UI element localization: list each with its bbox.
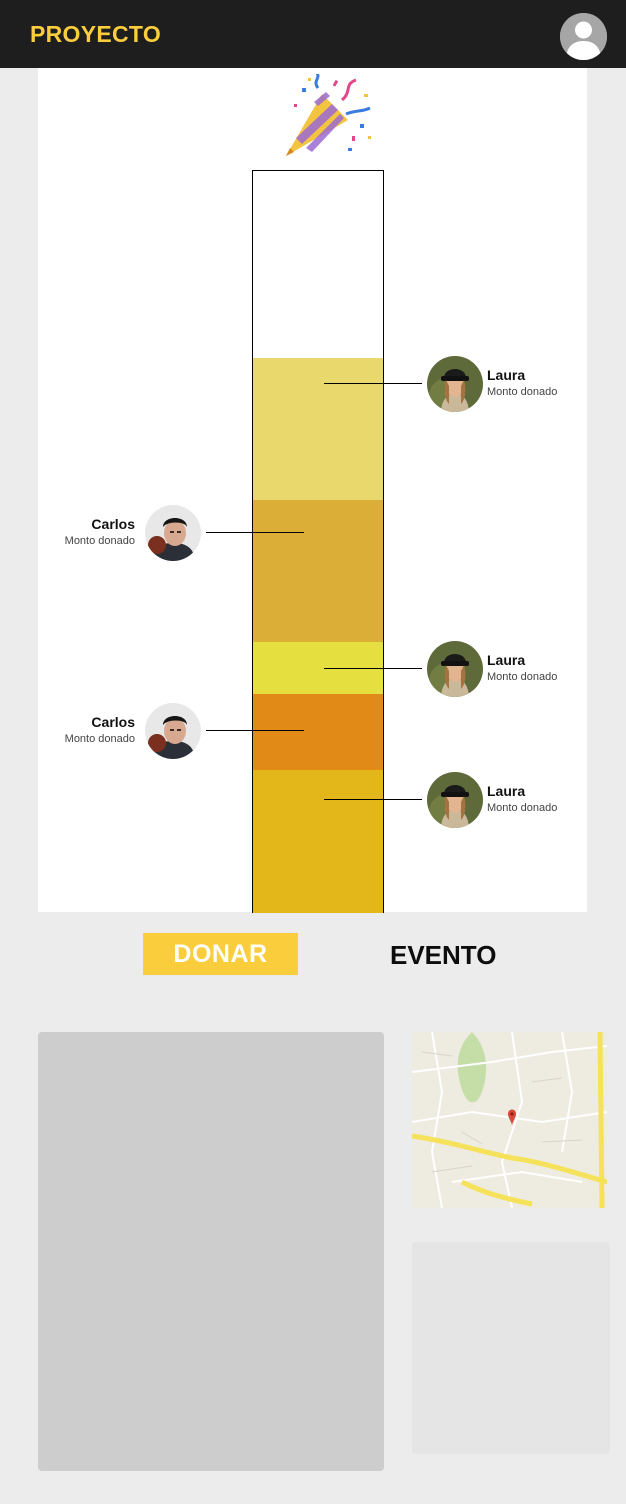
donation-connector xyxy=(206,532,304,533)
donor-name: Carlos xyxy=(91,714,135,730)
donation-thermometer xyxy=(252,170,384,913)
donor-amount-label: Monto donado xyxy=(64,733,135,745)
event-image-placeholder xyxy=(38,1032,384,1471)
top-bar: PROYECTO xyxy=(0,0,626,68)
party-popper-icon xyxy=(282,70,372,164)
donor-avatar[interactable] xyxy=(145,505,201,561)
donation-segment xyxy=(253,500,383,642)
donor-avatar[interactable] xyxy=(427,641,483,697)
donor-amount-label: Monto donado xyxy=(487,671,558,683)
donation-connector xyxy=(206,730,304,731)
donor-name: Carlos xyxy=(91,516,135,532)
donate-button[interactable]: DONAR xyxy=(143,933,298,975)
event-details-placeholder xyxy=(412,1242,610,1454)
donor-amount-label: Monto donado xyxy=(487,802,558,814)
donor-name: Laura xyxy=(487,783,526,799)
donor-name: Laura xyxy=(487,652,526,668)
event-tab[interactable]: EVENTO xyxy=(390,940,496,971)
donation-connector xyxy=(324,799,422,800)
donor-avatar[interactable] xyxy=(427,772,483,828)
brand-title[interactable]: PROYECTO xyxy=(30,21,161,48)
event-location-map[interactable] xyxy=(412,1032,607,1208)
donation-segment xyxy=(253,358,383,500)
donation-segment xyxy=(253,770,383,913)
donor-avatar[interactable] xyxy=(145,703,201,759)
donor-amount-label: Monto donado xyxy=(64,535,135,547)
donor-amount-label: Monto donado xyxy=(487,386,558,398)
donation-segment xyxy=(253,694,383,770)
user-avatar-icon[interactable] xyxy=(560,13,607,60)
donation-connector xyxy=(324,383,422,384)
donor-name: Laura xyxy=(487,367,526,383)
donation-connector xyxy=(324,668,422,669)
donor-avatar[interactable] xyxy=(427,356,483,412)
